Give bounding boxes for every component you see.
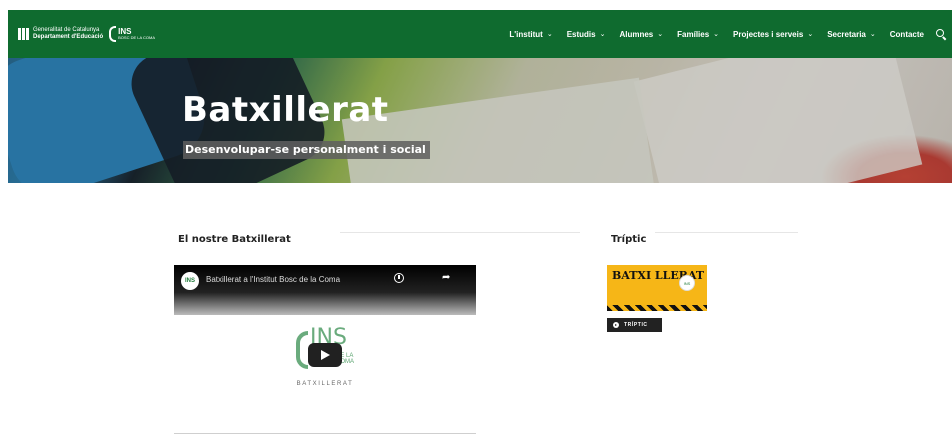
menu-item-secretaria[interactable]: Secretaria ⌄ (827, 30, 876, 39)
top-strip (0, 0, 952, 10)
triptic-download-button[interactable]: TRÍPTIC (607, 318, 662, 332)
menu-item-label: Projectes i serveis (733, 29, 804, 39)
menu-item-label: Alumnes (619, 29, 654, 39)
generalitat-logo-line1: Generalitat de Catalunya (33, 27, 100, 33)
video-title[interactable]: Batxillerat a l'Institut Bosc de la Coma (206, 275, 340, 284)
chevron-down-icon: ⌄ (807, 31, 814, 38)
search-icon[interactable] (936, 29, 946, 39)
generalitat-flag-icon (18, 28, 29, 40)
generalitat-logo-line2: Departament d'Educació (33, 34, 104, 40)
menu-item-label: Secretaria (827, 29, 866, 39)
ins-logo-subtext: BOSC DE LA COMA (118, 35, 156, 40)
page-subtitle: Desenvolupar-se personalment i social (183, 141, 430, 159)
triptic-button-label: TRÍPTIC (624, 322, 648, 328)
menu-item-alumnes[interactable]: Alumnes ⌄ (619, 30, 663, 39)
chevron-down-icon: ⌄ (657, 31, 664, 38)
hero-banner: Batxillerat Desenvolupar-se personalment… (8, 58, 952, 183)
triptic-logo-icon: INS (679, 275, 695, 291)
watch-later-icon[interactable] (394, 273, 404, 283)
generalitat-logo[interactable]: Generalitat de Catalunya Departament d'E… (18, 27, 103, 41)
main-menu: L'institut ⌄ Estudis ⌄ Alumnes ⌄ Famílies ⌄ … (495, 10, 946, 58)
page-title: Batxillerat (182, 90, 389, 130)
play-circle-icon (613, 322, 619, 328)
triptic-thumbnail[interactable]: BATXI LLERAT INS (607, 265, 707, 311)
share-icon[interactable]: ➦ (442, 272, 450, 283)
section-divider (655, 232, 798, 233)
section-title-triptic: Tríptic (611, 234, 647, 245)
ins-logo-icon (109, 26, 117, 42)
menu-item-families[interactable]: Famílies ⌄ (677, 30, 719, 39)
video-bottom-divider (174, 433, 476, 434)
play-button-icon[interactable] (308, 343, 342, 367)
menu-item-label: L'institut (509, 29, 543, 39)
section-title-batxillerat: El nostre Batxillerat (178, 234, 291, 245)
chevron-down-icon: ⌄ (713, 31, 720, 38)
youtube-video[interactable]: INS Batxillerat a l'Institut Bosc de la … (174, 265, 476, 395)
video-top-bar: INS Batxillerat a l'Institut Bosc de la … (174, 265, 476, 315)
menu-item-label: Contacte (889, 29, 924, 39)
chevron-down-icon: ⌄ (546, 31, 553, 38)
menu-item-label: Famílies (677, 29, 710, 39)
chevron-down-icon: ⌄ (599, 31, 606, 38)
menu-item-institut[interactable]: L'institut ⌄ (509, 30, 552, 39)
ins-logo[interactable]: INS BOSC DE LA COMA (109, 26, 155, 42)
channel-avatar[interactable]: INS (181, 272, 199, 290)
main-navbar: Generalitat de Catalunya Departament d'E… (8, 10, 952, 58)
section-divider (340, 232, 580, 233)
menu-item-contacte[interactable]: Contacte (890, 30, 924, 39)
menu-item-estudis[interactable]: Estudis ⌄ (567, 30, 606, 39)
chevron-down-icon: ⌄ (869, 31, 876, 38)
menu-item-label: Estudis (566, 29, 596, 39)
video-caption: BATXILLERAT (296, 381, 354, 387)
menu-item-projectes[interactable]: Projectes i serveis ⌄ (733, 30, 813, 39)
triptic-stripes (607, 305, 707, 311)
